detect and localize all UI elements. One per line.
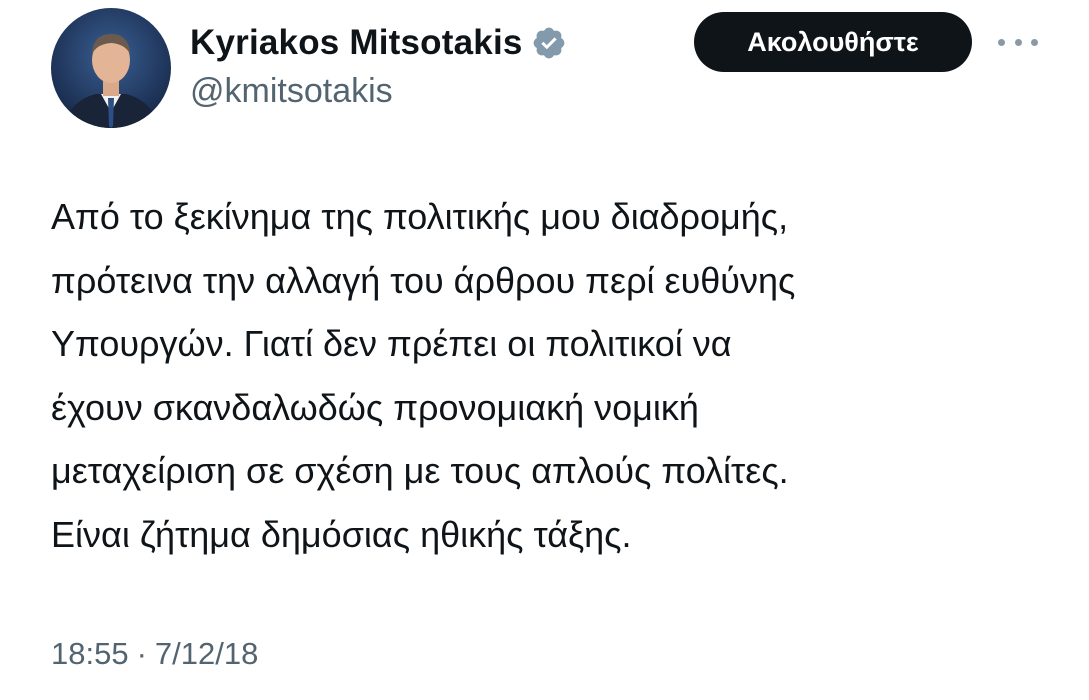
tweet-timestamp[interactable]: 18:55 · 7/12/18: [51, 636, 258, 672]
more-dot: [1014, 38, 1022, 46]
tweet-text-line: Είναι ζήτημα δημόσιας ηθικής τάξης.: [51, 513, 632, 555]
tweet-text-line: μεταχείριση σε σχέση με τους απλούς πολί…: [51, 450, 789, 491]
tweet-text: Από το ξεκίνημα της πολιτικής μου διαδρο…: [51, 185, 1071, 566]
tweet-date: 7/12/18: [154, 636, 259, 671]
more-dot: [1031, 38, 1038, 46]
tweet-text-line: έχουν σκανδαλωδώς προνομιακή νομική: [51, 386, 699, 428]
more-options-icon[interactable]: [998, 30, 1038, 54]
tweet-time: 18:55: [51, 636, 129, 671]
follow-button[interactable]: Ακολουθήστε: [694, 12, 972, 72]
author-display-name[interactable]: Kyriakos Mitsotakis: [190, 23, 523, 63]
more-dot: [998, 38, 1005, 46]
verified-badge-icon: [531, 25, 567, 61]
avatar[interactable]: [51, 8, 171, 128]
tweet-text-line: Υπουργών. Γιατί δεν πρέπει οι πολιτικοί …: [51, 323, 732, 364]
author-name-row: Kyriakos Mitsotakis: [190, 20, 567, 66]
meta-separator: ·: [136, 636, 147, 671]
tweet-text-line: πρότεινα την αλλαγή του άρθρου περί ευθύ…: [51, 259, 796, 301]
avatar-photo: [61, 34, 161, 128]
tweet-text-line: Από το ξεκίνημα της πολιτικής μου διαδρο…: [51, 196, 789, 237]
author-handle[interactable]: @kmitsotakis: [190, 72, 393, 111]
